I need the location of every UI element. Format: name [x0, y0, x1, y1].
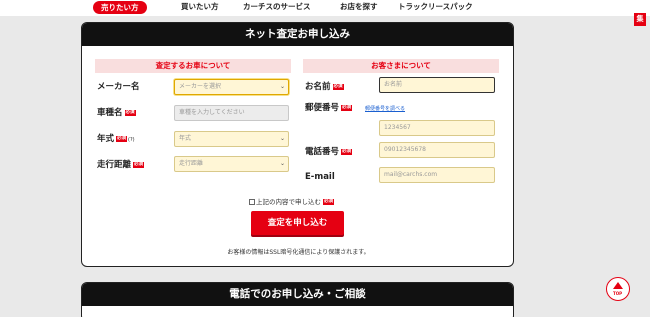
email-input[interactable]: mail@carchs.com — [379, 167, 495, 183]
maker-label: メーカー名 — [97, 82, 140, 92]
submit-button[interactable]: 査定を申し込む — [251, 211, 344, 235]
mileage-label: 走行距離 必須 — [97, 160, 145, 170]
arrow-up-icon — [613, 282, 623, 289]
name-label: お名前 必須 — [305, 82, 344, 92]
phone-inquiry-section: 電話でのお申し込み・ご相談 — [81, 282, 514, 317]
phone-input[interactable]: 09012345678 — [379, 142, 495, 158]
ssl-note: お客様の情報はSSL暗号化通信により保護されます。 — [227, 249, 370, 256]
phone-label: 電話番号 必須 — [305, 147, 353, 157]
agree-checkbox-row[interactable]: 上記の内容で申し込む 必須 — [249, 196, 334, 206]
nav-item-sell[interactable]: 売りたい方 — [93, 1, 147, 14]
email-label: E-mail — [305, 172, 335, 182]
customer-section-heading: お客さまについて — [303, 59, 499, 73]
name-input[interactable]: お名前 — [379, 77, 495, 93]
top-navigation: 売りたい方 買いたい方 カーチスのサービス お店を探す トラックリースパック — [0, 0, 650, 16]
nav-item-store-search[interactable]: お店を探す — [340, 0, 378, 14]
model-input[interactable]: 車種を入力してください — [174, 105, 289, 121]
postal-input[interactable]: 1234567 — [379, 120, 495, 136]
phone-section-title: 電話でのお申し込み・ご相談 — [82, 283, 513, 306]
year-select[interactable]: 年式 ⌄ — [174, 131, 289, 147]
side-tab[interactable]: 集 — [634, 13, 646, 26]
chevron-down-icon: ⌄ — [279, 83, 285, 90]
model-label: 車種名 必須 — [97, 108, 136, 118]
postal-label: 郵便番号 必須 — [305, 103, 353, 113]
nav-item-services[interactable]: カーチスのサービス — [243, 0, 311, 14]
online-assessment-form: ネット査定お申し込み 査定するお車について お客さまについて メーカー名 メーカ… — [81, 22, 514, 267]
chevron-down-icon: ⌄ — [279, 135, 285, 142]
maker-select[interactable]: メーカーを選択 ⌄ — [174, 79, 289, 95]
agree-checkbox[interactable] — [249, 199, 255, 205]
back-to-top-button[interactable]: TOP — [606, 277, 630, 301]
mileage-select[interactable]: 走行距離 ⌄ — [174, 156, 289, 172]
car-section-heading: 査定するお車について — [95, 59, 291, 73]
form-title: ネット査定お申し込み — [82, 23, 513, 46]
nav-item-truck-lease[interactable]: トラックリースパック — [398, 0, 473, 14]
postal-lookup-link[interactable]: 郵便番号を調べる — [365, 105, 405, 112]
chevron-down-icon: ⌄ — [279, 160, 285, 167]
nav-item-buy[interactable]: 買いたい方 — [181, 0, 219, 14]
year-label: 年式 必須 (?) — [97, 134, 135, 144]
